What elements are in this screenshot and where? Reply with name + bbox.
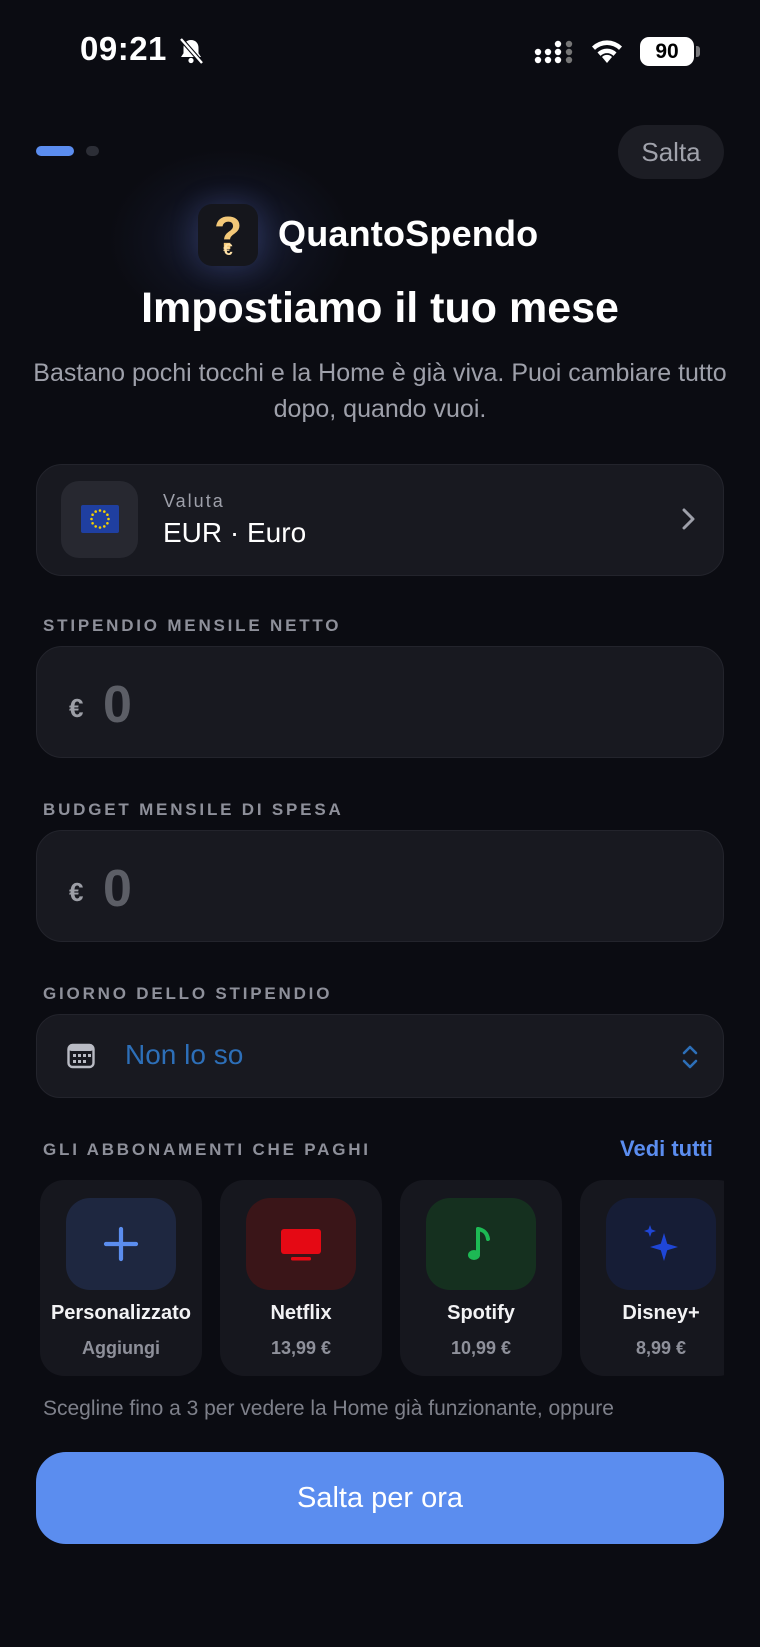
page-title: Impostiamo il tuo mese — [141, 284, 619, 332]
budget-label: BUDGET MENSILE DI SPESA — [43, 800, 344, 819]
tv-icon — [281, 1229, 321, 1261]
budget-input[interactable]: € 0 — [36, 830, 724, 942]
salary-label: STIPENDIO MENSILE NETTO — [43, 616, 342, 635]
progress-dot-active — [36, 146, 74, 156]
subscriptions-carousel[interactable]: Personalizzato Aggiungi Netflix 13,99 € … — [40, 1180, 724, 1376]
salary-input[interactable]: € 0 — [36, 646, 724, 758]
logo-euro-sign: € — [223, 240, 233, 259]
subscriptions-helper-text: Scegline fino a 3 per vedere la Home già… — [43, 1397, 614, 1429]
status-time: 09:21 — [80, 30, 167, 67]
battery-tip — [696, 46, 700, 57]
sub-icon-box — [246, 1198, 356, 1290]
currency-label: Valuta — [163, 491, 225, 511]
sub-price: 8,99 € — [635, 1338, 687, 1358]
music-note-icon — [468, 1227, 490, 1260]
app-logo: ? € — [198, 204, 258, 266]
currency-selector[interactable]: Valuta EUR · Euro — [36, 464, 724, 576]
payday-label: GIORNO DELLO STIPENDIO — [43, 984, 333, 1003]
sub-name: Spotify — [447, 1302, 515, 1324]
bell-off-icon — [179, 37, 204, 65]
skip-for-now-button[interactable]: Salta per ora — [36, 1452, 724, 1544]
salary-value: 0 — [103, 676, 132, 734]
payday-picker[interactable]: Non lo so — [36, 1014, 724, 1098]
payday-value: Non lo so — [125, 1039, 244, 1070]
sub-price: 10,99 € — [450, 1338, 512, 1358]
sub-price: Aggiungi — [82, 1338, 160, 1358]
see-all-link[interactable]: Vedi tutti — [620, 1136, 713, 1162]
sub-name: Personalizzato — [50, 1302, 192, 1324]
sub-price: 13,99 € — [270, 1338, 332, 1358]
budget-currency-symbol: € — [69, 877, 84, 907]
sub-icon-box — [66, 1198, 176, 1290]
calendar-icon — [67, 1043, 95, 1069]
sub-name: Netflix — [270, 1302, 332, 1324]
subscription-card-custom[interactable]: Personalizzato Aggiungi — [40, 1180, 202, 1376]
chevron-up-down-icon — [682, 1045, 698, 1069]
plus-icon — [103, 1226, 139, 1262]
sub-icon-box — [606, 1198, 716, 1290]
eu-flag-icon — [81, 505, 119, 533]
sub-icon-box — [426, 1198, 536, 1290]
skip-button[interactable]: Salta — [618, 125, 724, 179]
subscription-card-disney[interactable]: Disney+ 8,99 € — [580, 1180, 724, 1376]
flag-container — [61, 481, 138, 558]
sub-name: Disney+ — [622, 1302, 700, 1324]
status-bar: 09:21 90 — [0, 0, 760, 100]
app-name: QuantoSpendo — [278, 213, 539, 254]
chevron-right-icon — [682, 508, 695, 530]
subscription-card-netflix[interactable]: Netflix 13,99 € — [220, 1180, 382, 1376]
progress-dot-inactive — [86, 146, 99, 156]
battery-icon: 90 — [640, 37, 694, 66]
sparkles-icon — [644, 1225, 678, 1261]
budget-value: 0 — [103, 860, 132, 918]
page-subtitle: Bastano pochi tocchi e la Home è già viv… — [33, 359, 727, 423]
wifi-icon — [592, 40, 622, 63]
subscription-card-spotify[interactable]: Spotify 10,99 € — [400, 1180, 562, 1376]
salary-currency-symbol: € — [69, 693, 84, 723]
subscriptions-label: GLI ABBONAMENTI CHE PAGHI — [43, 1140, 371, 1159]
cellular-signal-icon — [534, 40, 573, 64]
currency-value: EUR · Euro — [163, 517, 307, 548]
